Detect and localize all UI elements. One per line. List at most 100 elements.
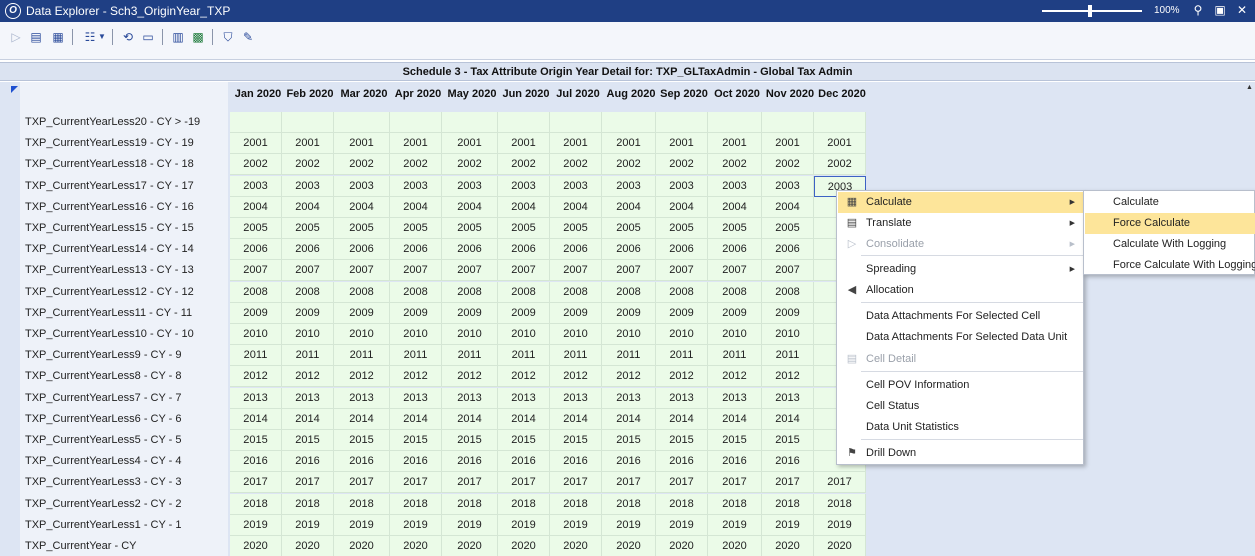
row-header[interactable]: TXP_CurrentYearLess12 - CY - 12 [25,282,194,303]
row-header[interactable]: TXP_CurrentYearLess5 - CY - 5 [25,430,182,451]
grid-cell[interactable]: 2003 [442,175,498,197]
grid-cell[interactable]: 2011 [498,345,550,367]
grid-cell[interactable]: 2015 [550,430,602,451]
grid-cell[interactable]: 2001 [498,133,550,155]
grid-cell[interactable]: 2014 [442,408,498,430]
grid-cell[interactable]: 2004 [334,196,390,218]
grid-cell[interactable]: 2013 [442,387,498,409]
grid-cell[interactable]: 2006 [762,239,814,261]
grid-cell[interactable]: 2017 [498,472,550,494]
grid-cell[interactable]: 2007 [602,260,656,282]
grid-cell[interactable]: 2008 [498,281,550,303]
menu-item-spreading[interactable]: Spreading ▶ [838,259,1083,280]
grid-cell[interactable]: 2001 [656,133,708,155]
grid-cell[interactable]: 2009 [230,302,282,324]
grid-cell[interactable]: 2018 [762,493,814,515]
grid-cell[interactable]: 2002 [282,154,334,176]
grid-cell[interactable]: 2009 [390,302,442,324]
row-header[interactable]: TXP_CurrentYear - CY [25,536,136,556]
grid-cell[interactable]: 2015 [498,430,550,451]
grid-cell[interactable] [230,112,282,133]
grid-cell[interactable]: 2003 [334,175,390,197]
grid-cell[interactable]: 2005 [656,218,708,239]
grid-cell[interactable]: 2017 [762,472,814,494]
grid-cell[interactable]: 2001 [282,133,334,155]
grid-cell[interactable] [814,112,866,133]
grid-cell[interactable]: 2017 [602,472,656,494]
grid-cell[interactable]: 2004 [602,196,656,218]
grid-cell[interactable]: 2007 [230,260,282,282]
row-header[interactable]: TXP_CurrentYearLess11 - CY - 11 [25,303,192,324]
menu-item-data-unit-statistics[interactable]: Data Unit Statistics [838,417,1083,438]
grid-cell[interactable]: 2014 [656,408,708,430]
grid-cell[interactable]: 2019 [390,514,442,536]
submenu-item-calculate[interactable]: Calculate [1085,192,1255,213]
grid-cell[interactable]: 2012 [550,366,602,388]
grid-cell[interactable]: 2008 [334,281,390,303]
grid-cell[interactable]: 2009 [442,302,498,324]
grid-cell[interactable]: 2017 [708,472,762,494]
grid-cell[interactable]: 2017 [550,472,602,494]
grid-cell[interactable]: 2008 [602,281,656,303]
grid-cell[interactable]: 2004 [282,196,334,218]
row-header[interactable]: TXP_CurrentYearLess20 - CY > -19 [25,112,200,133]
zoom-slider-handle[interactable] [1088,5,1092,17]
grid-cell[interactable]: 2003 [230,175,282,197]
grid-cell[interactable] [442,112,498,133]
grid-cell[interactable]: 2018 [230,493,282,515]
scroll-up-icon[interactable]: ▲ [1246,84,1253,91]
grid-cell[interactable]: 2005 [602,218,656,239]
grid-cell[interactable]: 2011 [550,345,602,367]
grid-cell[interactable]: 2018 [708,493,762,515]
grid-cell[interactable]: 2003 [282,175,334,197]
menu-item-data-attachments-for-selected-data-unit[interactable]: Data Attachments For Selected Data Unit [838,327,1083,348]
grid-cell[interactable]: 2009 [656,302,708,324]
excel-icon[interactable]: ▩ [188,28,208,46]
grid-cell[interactable] [656,112,708,133]
grid-cell[interactable]: 2006 [334,239,390,261]
menu-item-data-attachments-for-selected-cell[interactable]: Data Attachments For Selected Cell [838,306,1083,327]
grid-cell[interactable]: 2007 [550,260,602,282]
grid-cell[interactable]: 2010 [550,324,602,345]
grid-cell[interactable]: 2016 [230,451,282,473]
grid-cell[interactable]: 2014 [602,408,656,430]
grid-cell[interactable]: 2015 [282,430,334,451]
grid-cell[interactable]: 2005 [442,218,498,239]
grid-cell[interactable]: 2005 [708,218,762,239]
grid-cell[interactable]: 2015 [390,430,442,451]
grid-cell[interactable]: 2012 [498,366,550,388]
grid-cell[interactable]: 2019 [282,514,334,536]
row-header[interactable]: TXP_CurrentYearLess4 - CY - 4 [25,451,182,472]
refresh-icon[interactable]: ⟲ [118,28,138,46]
restore-icon[interactable]: ▣ [1212,3,1228,17]
grid-cell[interactable]: 2007 [498,260,550,282]
grid-cell[interactable]: 2009 [708,302,762,324]
row-header[interactable]: TXP_CurrentYearLess8 - CY - 8 [25,366,182,387]
grid-cell[interactable]: 2018 [334,493,390,515]
grid-cell[interactable]: 2009 [282,302,334,324]
grid-cell[interactable]: 2006 [708,239,762,261]
grid-cell[interactable]: 2002 [708,154,762,176]
grid-cell[interactable]: 2007 [762,260,814,282]
grid-cell[interactable]: 2019 [442,514,498,536]
grid-cell[interactable]: 2013 [390,387,442,409]
grid-cell[interactable]: 2002 [334,154,390,176]
grid-cell[interactable]: 2017 [442,472,498,494]
grid-cell[interactable]: 2003 [762,175,814,197]
grid-cell[interactable]: 2004 [708,196,762,218]
row-header[interactable]: TXP_CurrentYearLess2 - CY - 2 [25,494,182,515]
grid-cell[interactable]: 2011 [230,345,282,367]
grid-cell[interactable]: 2004 [230,196,282,218]
grid-cell[interactable]: 2019 [656,514,708,536]
grid-cell[interactable]: 2002 [656,154,708,176]
grid-cell[interactable]: 2013 [230,387,282,409]
grid-cell[interactable]: 2003 [498,175,550,197]
submenu-item-force-calculate[interactable]: Force Calculate [1085,213,1255,234]
grid-cell[interactable]: 2004 [390,196,442,218]
grid-cell[interactable] [390,112,442,133]
grid-cell[interactable]: 2017 [282,472,334,494]
grid-cell[interactable]: 2003 [550,175,602,197]
grid-cell[interactable]: 2001 [814,133,866,155]
grid-cell[interactable]: 2010 [442,324,498,345]
grid-cell[interactable]: 2014 [334,408,390,430]
